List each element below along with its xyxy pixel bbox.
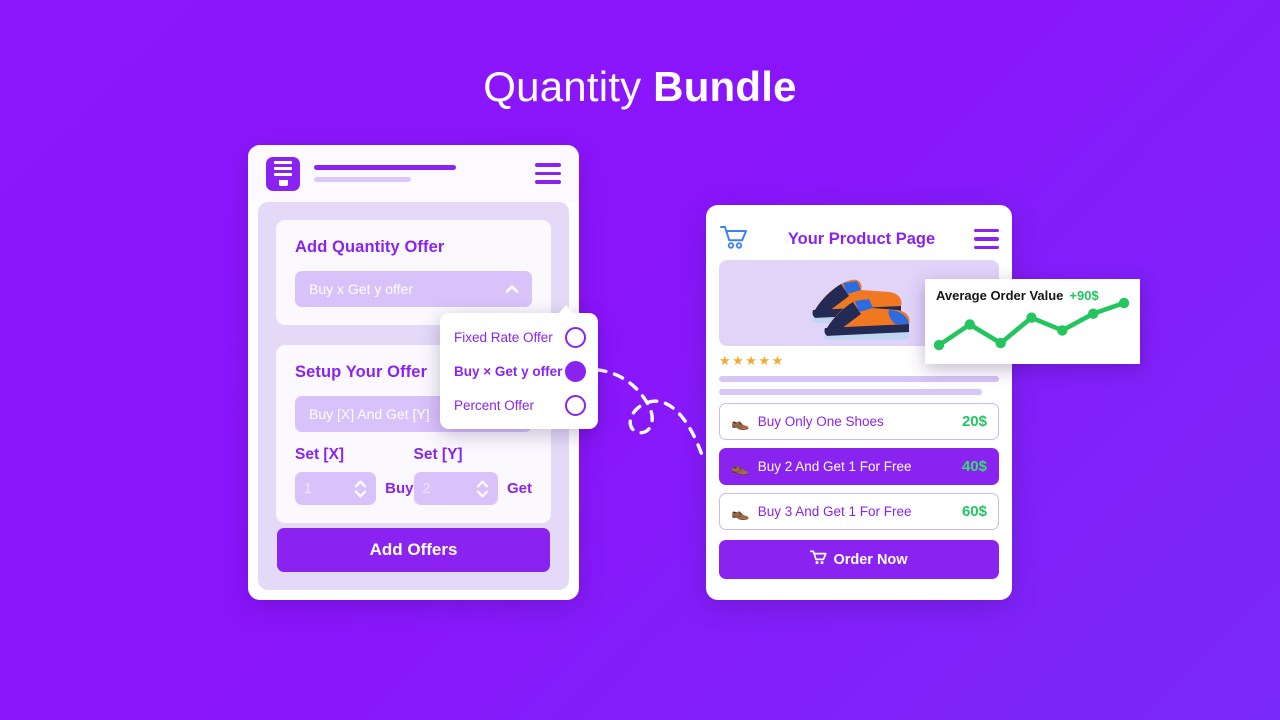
set-y-label: Set [Y] xyxy=(413,446,463,463)
chevron-up-icon xyxy=(505,282,519,296)
set-x-group: Set [X] 1 Buy xyxy=(295,446,414,505)
hamburger-menu-icon[interactable] xyxy=(974,229,999,249)
radio-button-icon[interactable] xyxy=(565,326,586,348)
set-y-unit: Get xyxy=(506,480,532,497)
shoe-icon: 👞 xyxy=(731,413,750,431)
offer-price: 60$ xyxy=(961,503,987,520)
offer-type-select[interactable]: Buy x Get y offer xyxy=(295,271,532,307)
offer-row-one-shoes[interactable]: 👞 Buy Only One Shoes 20$ xyxy=(719,403,999,440)
offer-type-dropdown: Fixed Rate Offer Buy × Get y offer Perce… xyxy=(440,305,598,429)
offer-label: Buy Only One Shoes xyxy=(757,414,884,429)
order-now-label: Order Now xyxy=(833,551,908,568)
add-offers-button[interactable]: Add Offers xyxy=(277,528,550,572)
document-form-icon xyxy=(266,156,300,191)
radio-button-selected-icon[interactable] xyxy=(565,360,586,382)
page-title: Quantity Bundle xyxy=(0,62,1280,112)
dropdown-option-label: Fixed Rate Offer xyxy=(454,329,553,345)
shoe-icon: 👞 xyxy=(731,458,750,476)
aov-line-chart xyxy=(933,297,1130,351)
shopping-cart-icon[interactable] xyxy=(719,224,749,255)
page-title-thin: Quantity xyxy=(483,63,642,110)
shoe-icon: 👞 xyxy=(731,503,750,521)
store-page-title: Your Product Page xyxy=(787,229,936,248)
set-x-quantity-stepper[interactable]: 1 xyxy=(295,472,377,505)
offer-label: Buy 3 And Get 1 For Free xyxy=(757,504,912,519)
offer-row-buy-3-get-1[interactable]: 👞 Buy 3 And Get 1 For Free 60$ xyxy=(719,493,999,530)
admin-header xyxy=(248,145,579,202)
stepper-arrows-icon[interactable] xyxy=(476,480,489,498)
placeholder-line xyxy=(719,376,999,382)
page-title-bold: Bundle xyxy=(653,63,797,110)
shopping-cart-icon xyxy=(810,550,828,569)
header-placeholder-lines xyxy=(314,165,535,182)
set-x-value: 1 xyxy=(304,480,313,497)
radio-button-icon[interactable] xyxy=(565,394,586,416)
hamburger-menu-icon[interactable] xyxy=(535,163,561,184)
set-y-stepper-wrap: 2 Get xyxy=(413,472,532,505)
offer-price: 40$ xyxy=(961,458,987,475)
placeholder-line xyxy=(719,389,983,395)
dropdown-option-percent[interactable]: Percent Offer xyxy=(440,388,598,422)
offer-type-select-value: Buy x Get y offer xyxy=(309,281,414,297)
quantity-inputs-row: Set [X] 1 Buy Set [Y] 2 Get xyxy=(295,446,532,505)
dropdown-option-label: Buy × Get y offer xyxy=(454,363,563,379)
average-order-value-card: Average Order Value +90$ xyxy=(925,279,1140,364)
stepper-arrows-icon[interactable] xyxy=(354,480,367,498)
set-y-quantity-stepper[interactable]: 2 xyxy=(413,472,498,505)
set-x-label: Set [X] xyxy=(295,446,345,463)
set-y-group: Set [Y] 2 Get xyxy=(413,446,532,505)
storefront-panel: Your Product Page ★★★★★ 👞 Buy Only One S… xyxy=(706,205,1012,600)
set-x-unit: Buy xyxy=(385,480,414,497)
set-y-value: 2 xyxy=(422,480,431,497)
dropdown-option-fixed-rate[interactable]: Fixed Rate Offer xyxy=(440,320,598,354)
dropdown-option-buy-x-get-y[interactable]: Buy × Get y offer xyxy=(440,354,598,388)
offer-row-buy-2-get-1[interactable]: 👞 Buy 2 And Get 1 For Free 40$ xyxy=(719,448,999,485)
offer-label: Buy 2 And Get 1 For Free xyxy=(757,459,912,474)
dropdown-option-label: Percent Offer xyxy=(454,397,535,413)
order-now-button[interactable]: Order Now xyxy=(719,540,999,579)
set-x-stepper-wrap: 1 Buy xyxy=(295,472,414,505)
add-quantity-offer-heading: Add Quantity Offer xyxy=(295,238,445,256)
offer-price: 20$ xyxy=(961,413,987,430)
offer-pattern-select-value: Buy [X] And Get [Y] xyxy=(309,406,430,422)
add-quantity-offer-card: Add Quantity Offer Buy x Get y offer xyxy=(276,220,551,325)
store-header: Your Product Page xyxy=(719,218,999,260)
